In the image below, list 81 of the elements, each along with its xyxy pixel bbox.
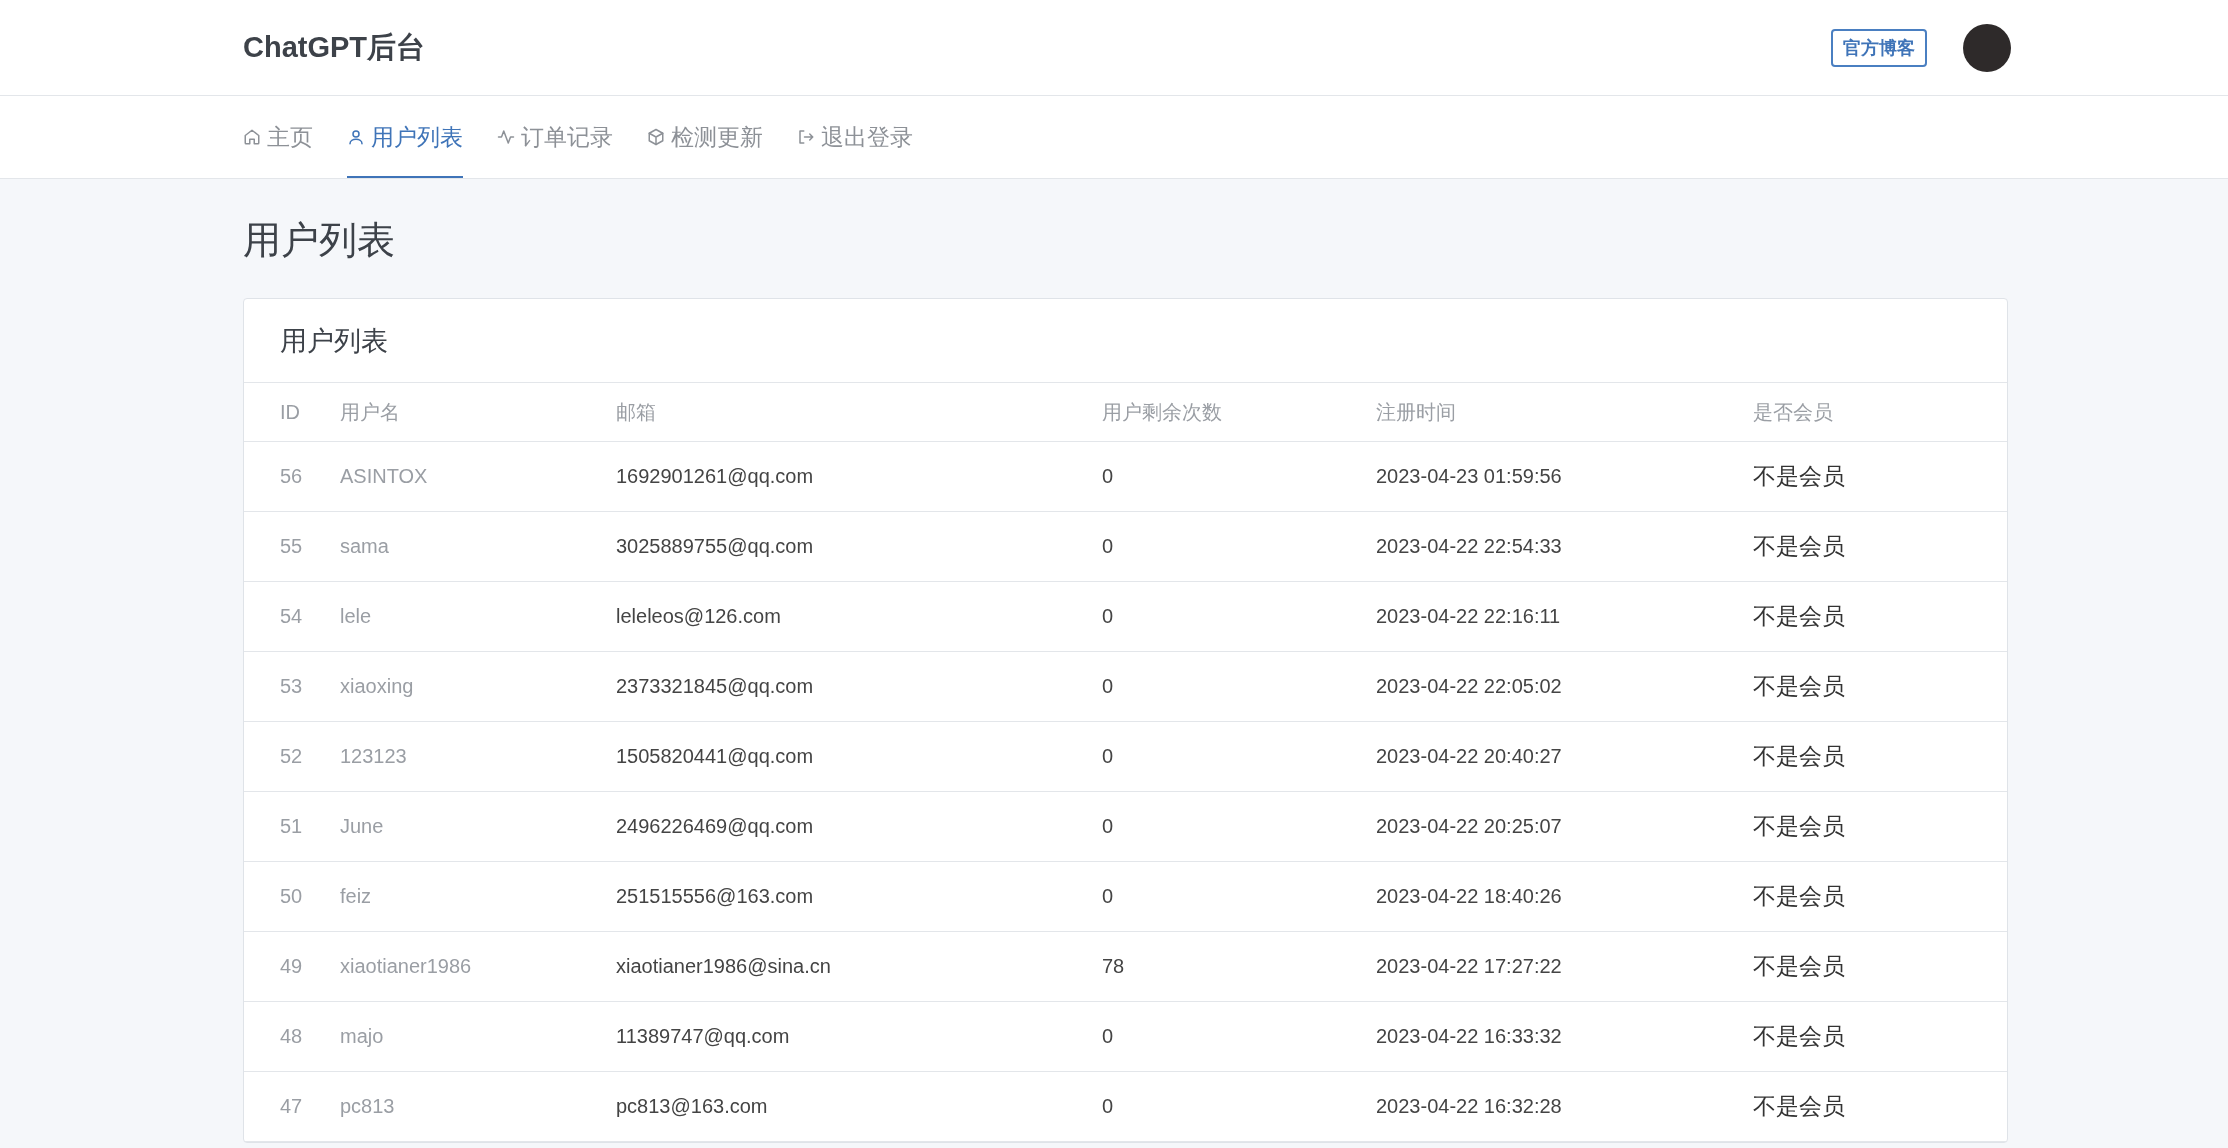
table-cell: 2023-04-22 18:40:26 [1375, 861, 1752, 932]
table-cell: 2023-04-22 20:40:27 [1375, 721, 1752, 792]
table-cell: 不是会员 [1752, 1001, 2007, 1072]
logout-icon [797, 128, 815, 146]
table-cell: 不是会员 [1752, 861, 2007, 932]
table-cell: 2373321845@qq.com [615, 651, 1101, 722]
table-cell: 0 [1101, 651, 1375, 722]
table-cell: 不是会员 [1752, 1071, 2007, 1142]
nav-tab[interactable]: 主页 [243, 96, 313, 178]
table-cell: 2023-04-22 22:54:33 [1375, 511, 1752, 582]
pulse-icon [497, 128, 515, 146]
table-cell: 47 [244, 1071, 304, 1142]
table-cell: 48 [244, 1001, 304, 1072]
table-cell: 11389747@qq.com [615, 1001, 1101, 1072]
table-cell: majo [304, 1001, 615, 1072]
table-cell: xiaotianer1986@sina.cn [615, 931, 1101, 1002]
table-cell: 不是会员 [1752, 581, 2007, 652]
nav-tab[interactable]: 用户列表 [347, 96, 463, 178]
table-cell: 2023-04-22 20:25:07 [1375, 791, 1752, 862]
table-cell: 2023-04-22 16:32:28 [1375, 1071, 1752, 1142]
column-header: ID [244, 383, 304, 442]
table-cell: 3025889755@qq.com [615, 511, 1101, 582]
avatar[interactable] [1963, 23, 2011, 72]
table-cell: 0 [1101, 1071, 1375, 1142]
table-cell: lele [304, 581, 615, 652]
card-title: 用户列表 [280, 324, 388, 358]
table-cell: 不是会员 [1752, 721, 2007, 792]
table-cell: 0 [1101, 721, 1375, 792]
table-cell: ASINTOX [304, 441, 615, 512]
table-cell: 不是会员 [1752, 651, 2007, 722]
column-header: 注册时间 [1375, 383, 1752, 442]
table-cell: 0 [1101, 861, 1375, 932]
table-cell: 0 [1101, 511, 1375, 582]
table-cell: 0 [1101, 791, 1375, 862]
user-icon [347, 128, 365, 146]
table-cell: 2023-04-23 01:59:56 [1375, 441, 1752, 512]
page-title: 用户列表 [243, 218, 396, 263]
table-cell: 2023-04-22 16:33:32 [1375, 1001, 1752, 1072]
table-cell: 不是会员 [1752, 441, 2007, 512]
table-cell: 123123 [304, 721, 615, 792]
column-header: 是否会员 [1752, 383, 2007, 442]
table-cell: 50 [244, 861, 304, 932]
table-cell: 1692901261@qq.com [615, 441, 1101, 512]
table-cell: 2023-04-22 17:27:22 [1375, 931, 1752, 1002]
table-cell: June [304, 791, 615, 862]
table-cell: 2023-04-22 22:16:11 [1375, 581, 1752, 652]
home-icon [243, 128, 261, 146]
column-header: 邮箱 [615, 383, 1101, 442]
table-cell: 不是会员 [1752, 791, 2007, 862]
table-cell: 0 [1101, 441, 1375, 512]
brand-title: ChatGPT后台 [243, 29, 426, 65]
table-cell: leleleos@126.com [615, 581, 1101, 652]
table-cell: 2023-04-22 22:05:02 [1375, 651, 1752, 722]
table-cell: xiaoxing [304, 651, 615, 722]
nav-tab[interactable]: 订单记录 [497, 96, 613, 178]
table-cell: 52 [244, 721, 304, 792]
table-cell: 0 [1101, 581, 1375, 652]
table-cell: 0 [1101, 1001, 1375, 1072]
table-cell: 不是会员 [1752, 511, 2007, 582]
table-cell: pc813@163.com [615, 1071, 1101, 1142]
table-cell: sama [304, 511, 615, 582]
table-cell: 55 [244, 511, 304, 582]
nav-tab[interactable]: 检测更新 [647, 96, 763, 178]
blog-button[interactable]: 官方博客 [1831, 28, 1927, 67]
table-cell: pc813 [304, 1071, 615, 1142]
table-cell: 251515556@163.com [615, 861, 1101, 932]
table-cell: 49 [244, 931, 304, 1002]
column-header: 用户名 [304, 383, 615, 442]
table-cell: 2496226469@qq.com [615, 791, 1101, 862]
cube-icon [647, 128, 665, 146]
table-cell: 1505820441@qq.com [615, 721, 1101, 792]
table-cell: xiaotianer1986 [304, 931, 615, 1002]
table-cell: 78 [1101, 931, 1375, 1002]
table-cell: 54 [244, 581, 304, 652]
column-header: 用户剩余次数 [1101, 383, 1375, 442]
table-cell: feiz [304, 861, 615, 932]
table-cell: 56 [244, 441, 304, 512]
table-cell: 53 [244, 651, 304, 722]
table-cell: 51 [244, 791, 304, 862]
table-cell: 不是会员 [1752, 931, 2007, 1002]
nav-tab[interactable]: 退出登录 [797, 96, 913, 178]
